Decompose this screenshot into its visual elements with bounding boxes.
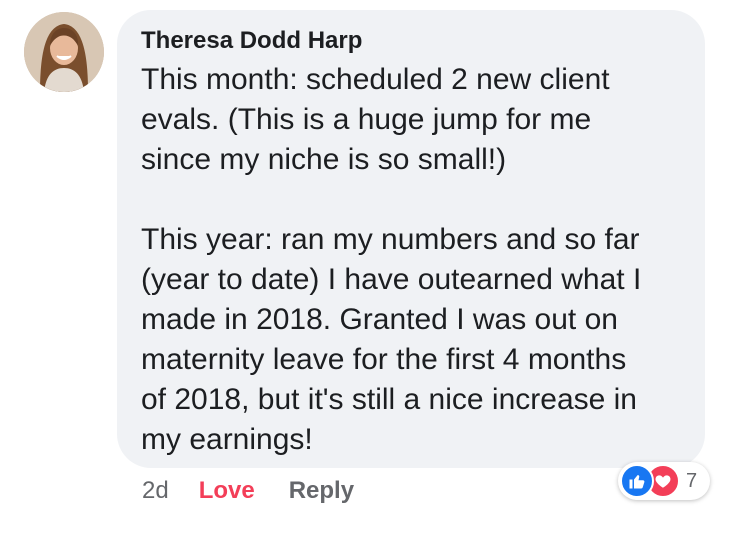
comment-timestamp[interactable]: 2d <box>142 476 169 506</box>
reaction-summary[interactable]: 7 <box>618 462 710 500</box>
comment-paragraph: This year: ran my numbers and so far (ye… <box>141 223 642 456</box>
avatar[interactable] <box>24 12 104 92</box>
reaction-count: 7 <box>686 469 698 492</box>
comment-actions: 2d Love Reply <box>142 476 354 506</box>
comment-bubble: Theresa Dodd Harp This month: scheduled … <box>117 10 705 468</box>
comment-author[interactable]: Theresa Dodd Harp <box>141 26 683 56</box>
love-button[interactable]: Love <box>199 476 255 506</box>
reply-button[interactable]: Reply <box>289 476 354 506</box>
comment-paragraph: This month: scheduled 2 new client evals… <box>141 63 610 176</box>
like-icon <box>620 464 654 498</box>
avatar-photo <box>24 12 104 92</box>
